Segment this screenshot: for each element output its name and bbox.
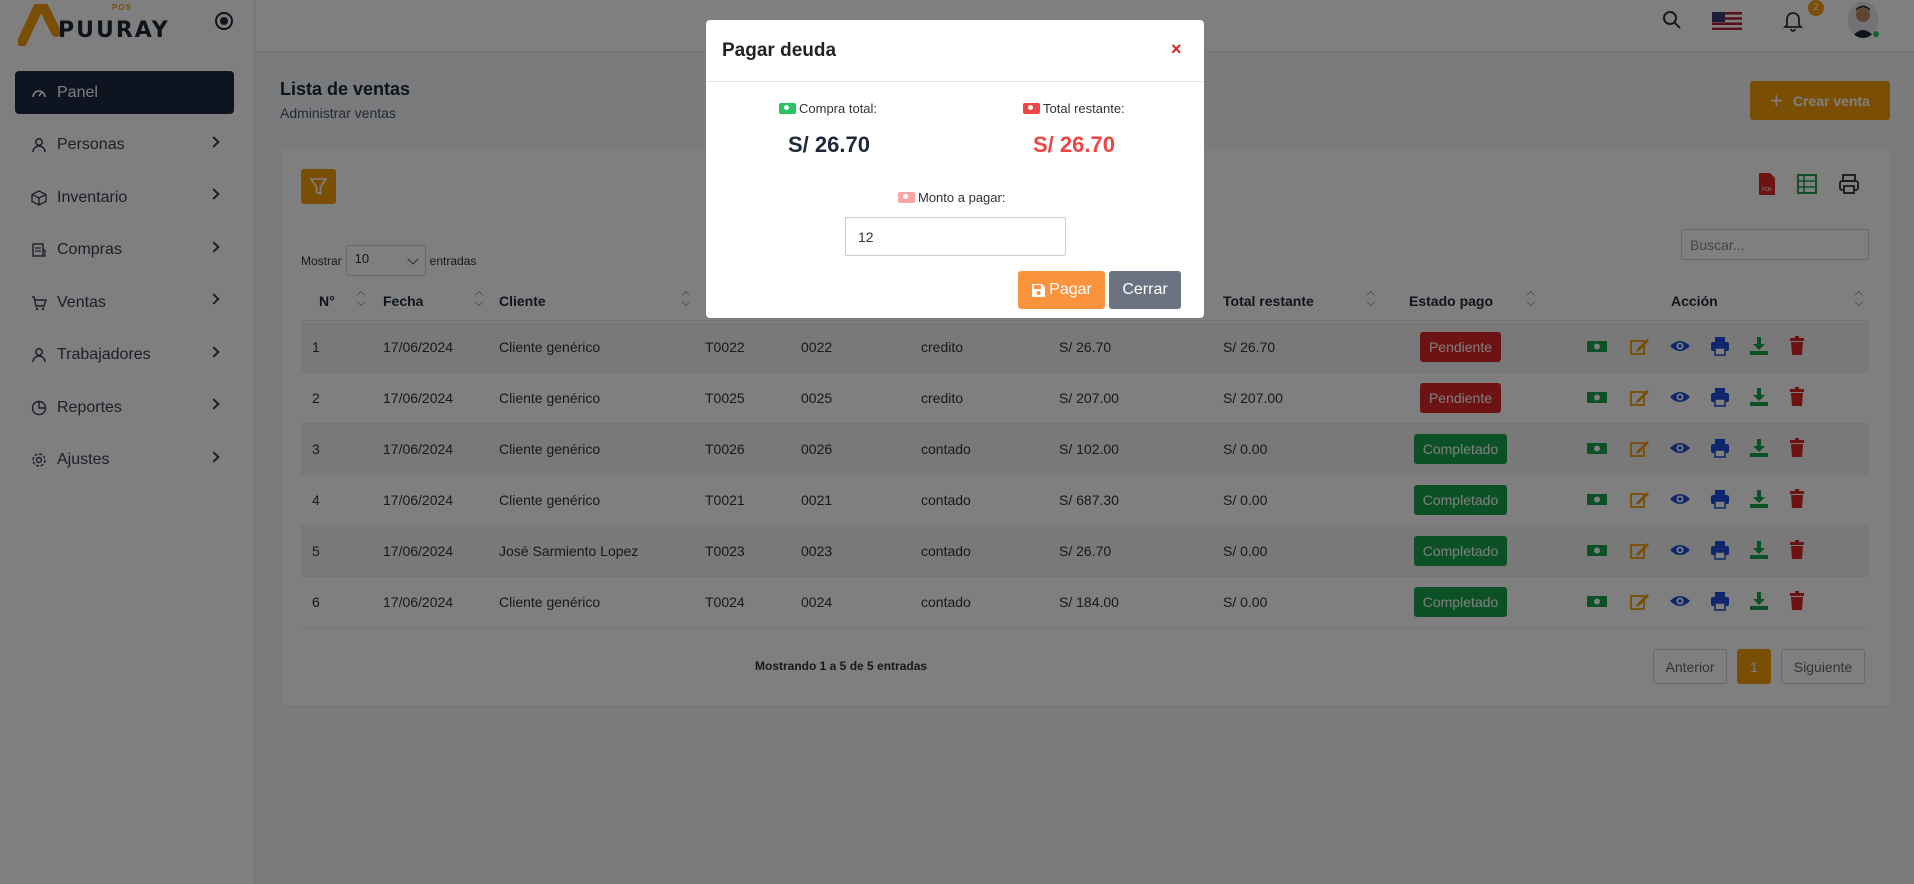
total-label: Compra total: [779, 101, 877, 116]
close-icon[interactable]: × [1171, 39, 1182, 60]
amount-label: Monto a pagar: [898, 190, 1005, 205]
close-button[interactable]: Cerrar [1109, 271, 1181, 309]
remaining-label: Total restante: [1023, 101, 1125, 116]
save-icon [1032, 283, 1046, 297]
money-icon [1023, 103, 1040, 114]
modal-title: Pagar deuda [722, 40, 837, 61]
barcode-icon [898, 192, 915, 203]
amount-input[interactable] [845, 217, 1066, 256]
remaining-value: S/ 26.70 [1033, 132, 1115, 157]
total-value: S/ 26.70 [788, 132, 870, 157]
pay-button[interactable]: Pagar [1018, 271, 1105, 309]
divider [706, 81, 1204, 82]
pay-debt-modal: Pagar deuda × Compra total: S/ 26.70 Tot… [706, 20, 1204, 318]
money-icon [779, 103, 796, 114]
